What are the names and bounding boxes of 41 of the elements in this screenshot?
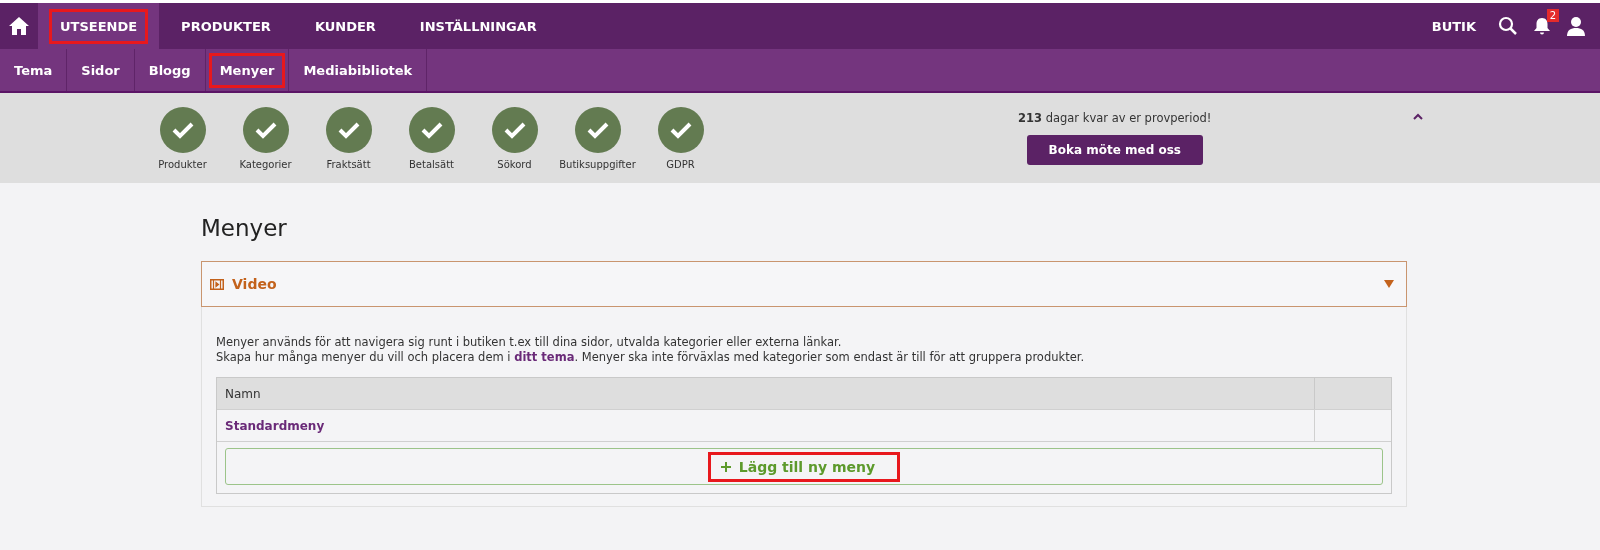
subnav-tab[interactable]: Sidor (67, 49, 135, 91)
video-panel-header[interactable]: Video (201, 261, 1407, 307)
dropdown-triangle-icon (1384, 280, 1394, 288)
step-label: Betalsätt (409, 158, 454, 170)
menu-name-link[interactable]: Standardmeny (225, 418, 325, 433)
step-label: Fraktsätt (326, 158, 371, 170)
nav-tab[interactable]: KUNDER (292, 3, 398, 49)
step-label: Sökord (497, 158, 532, 170)
step-label: GDPR (666, 158, 695, 170)
subnav-tab[interactable]: Mediabibliotek (289, 49, 428, 91)
step-label: Butiksuppgifter (559, 158, 636, 170)
check-icon (420, 120, 443, 139)
description-text: Menyer används för att navigera sig runt i butiken t.ex till dina sidor, utvalda kategorier eller externa länkar. Skapa hur många menyer du vill och placera dem i ditt tema. Menyer ska inte förväxlas med kategorier som endast är till för att gruppera produkter. (216, 335, 1086, 365)
subnav-tab[interactable]: Tema (0, 49, 68, 91)
user-icon[interactable] (1566, 16, 1586, 36)
shop-link[interactable]: BUTIK (1431, 18, 1476, 34)
collapse-icon[interactable] (1413, 113, 1424, 120)
subnav-tab[interactable]: Menyer (205, 49, 290, 91)
check-icon (171, 120, 194, 139)
search-icon[interactable] (1498, 16, 1518, 36)
check-icon (586, 120, 609, 139)
panel-title: Video (232, 276, 278, 292)
nav-tab[interactable]: UTSEENDE (38, 3, 160, 49)
step-label: Produkter (158, 158, 207, 170)
check-icon (503, 120, 526, 139)
film-icon (210, 278, 224, 290)
check-icon (669, 120, 692, 139)
step-label: Kategorier (239, 158, 292, 170)
trial-message: 213 dagar kvar av er provperiod! (1018, 111, 1212, 125)
bell-icon[interactable] (1532, 16, 1552, 36)
nav-tab[interactable]: PRODUKTER (159, 3, 293, 49)
house-icon (8, 16, 30, 36)
notification-badge: 2 (1546, 9, 1559, 22)
nav-tab[interactable]: INSTÄLLNINGAR (397, 3, 559, 49)
check-icon (337, 120, 360, 139)
subnav-tab[interactable]: Blogg (134, 49, 206, 91)
check-icon (254, 120, 277, 139)
column-header: Namn (217, 378, 1315, 409)
plus-icon (720, 461, 731, 472)
book-meeting-button[interactable]: Boka möte med oss (1026, 135, 1203, 165)
page-title: Menyer (201, 215, 288, 241)
